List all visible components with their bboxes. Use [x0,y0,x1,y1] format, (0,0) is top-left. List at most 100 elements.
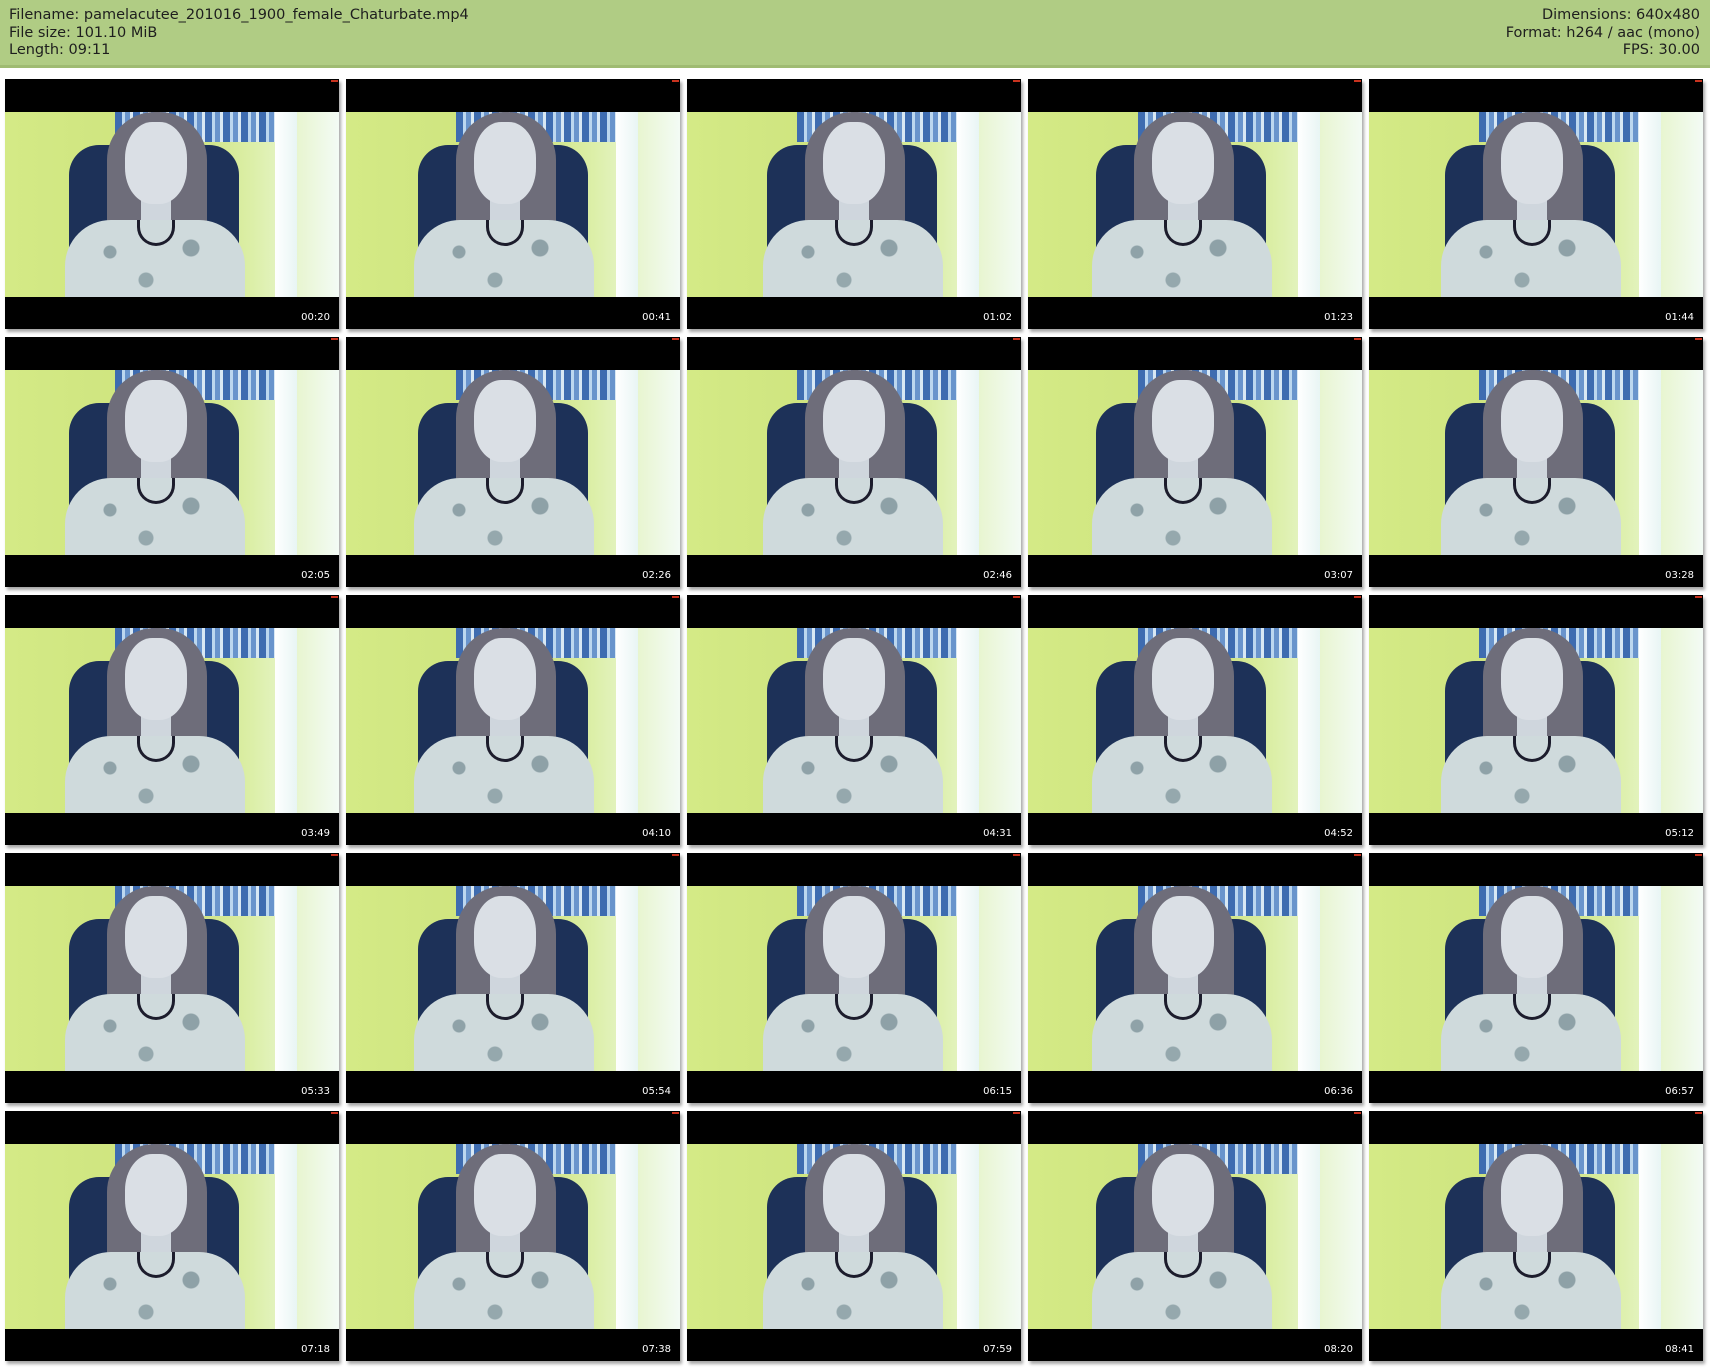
video-thumbnail[interactable]: 04:31 [687,595,1021,845]
video-thumbnail[interactable]: 08:20 [1028,1111,1362,1361]
video-thumbnail[interactable]: 02:46 [687,337,1021,587]
person-face [474,1154,536,1236]
letterbox-bottom: 07:18 [5,1329,339,1361]
letterbox-top [346,595,680,628]
video-thumbnail[interactable]: 07:18 [5,1111,339,1361]
letterbox-top [5,79,339,112]
frame-image [1028,112,1362,297]
video-thumbnail[interactable]: 04:52 [1028,595,1362,845]
person-face [125,1154,187,1236]
video-thumbnail[interactable]: 05:33 [5,853,339,1103]
video-thumbnail[interactable]: 02:05 [5,337,339,587]
format-text: Format: h264 / aac (mono) [1505,24,1700,41]
video-thumbnail[interactable]: 03:49 [5,595,339,845]
letterbox-top [346,79,680,112]
info-header: Filename: pamelacutee_201016_1900_female… [0,0,1710,68]
letterbox-top [1369,79,1703,112]
recording-mark [1354,1112,1361,1114]
recording-mark [1013,854,1020,856]
video-thumbnail[interactable]: 07:59 [687,1111,1021,1361]
wall-column [616,886,638,1071]
video-thumbnail[interactable]: 07:38 [346,1111,680,1361]
frame-image [1369,886,1703,1071]
video-thumbnail[interactable]: 01:23 [1028,79,1362,329]
letterbox-top [1369,595,1703,628]
video-thumbnail[interactable]: 02:26 [346,337,680,587]
letterbox-top [687,853,1021,886]
frame-image [346,886,680,1071]
letterbox-bottom: 05:12 [1369,813,1703,845]
frame-image [687,370,1021,555]
timestamp-label: 04:52 [1324,828,1353,839]
person-face [1501,638,1563,720]
recording-mark [1354,854,1361,856]
wall-column [1639,886,1661,1071]
letterbox-top [346,1111,680,1144]
video-thumbnail[interactable]: 03:28 [1369,337,1703,587]
letterbox-top [687,595,1021,628]
timestamp-label: 00:41 [642,312,671,323]
timestamp-label: 06:36 [1324,1086,1353,1097]
video-thumbnail[interactable]: 06:36 [1028,853,1362,1103]
frame-image [1369,1144,1703,1329]
letterbox-bottom: 05:54 [346,1071,680,1103]
letterbox-bottom: 06:36 [1028,1071,1362,1103]
video-thumbnail[interactable]: 01:44 [1369,79,1703,329]
person-face [474,896,536,978]
frame-image [1028,886,1362,1071]
person-face [823,896,885,978]
video-thumbnail[interactable]: 05:54 [346,853,680,1103]
letterbox-bottom: 07:59 [687,1329,1021,1361]
person-face [1152,380,1214,462]
video-info: Dimensions: 640x480 Format: h264 / aac (… [1506,7,1700,60]
letterbox-bottom: 00:41 [346,297,680,329]
frame-image [5,112,339,297]
wall-column [616,112,638,297]
video-thumbnail[interactable]: 03:07 [1028,337,1362,587]
recording-mark [331,854,338,856]
person-face [125,380,187,462]
timestamp-label: 05:12 [1665,828,1694,839]
person-face [823,638,885,720]
video-thumbnail[interactable]: 05:12 [1369,595,1703,845]
video-thumbnail[interactable]: 01:02 [687,79,1021,329]
frame-image [1369,628,1703,813]
frame-image [5,886,339,1071]
timestamp-label: 01:02 [983,312,1012,323]
frame-image [687,628,1021,813]
video-thumbnail[interactable]: 04:10 [346,595,680,845]
letterbox-bottom: 08:41 [1369,1329,1703,1361]
letterbox-bottom: 04:10 [346,813,680,845]
timestamp-label: 04:10 [642,828,671,839]
letterbox-top [1028,595,1362,628]
person-face [1152,1154,1214,1236]
timestamp-label: 05:54 [642,1086,671,1097]
timestamp-label: 03:28 [1665,570,1694,581]
recording-mark [672,596,679,598]
letterbox-top [1369,1111,1703,1144]
letterbox-top [5,337,339,370]
frame-image [346,112,680,297]
letterbox-top [1028,337,1362,370]
recording-mark [1695,80,1702,82]
timestamp-label: 02:05 [301,570,330,581]
letterbox-bottom: 02:05 [5,555,339,587]
letterbox-bottom: 08:20 [1028,1329,1362,1361]
timestamp-label: 03:07 [1324,570,1353,581]
filesize-text: File size: 101.10 MiB [9,24,158,41]
letterbox-top [1028,79,1362,112]
letterbox-bottom: 01:44 [1369,297,1703,329]
video-thumbnail[interactable]: 00:41 [346,79,680,329]
wall-column [1298,1144,1320,1329]
video-thumbnail[interactable]: 06:57 [1369,853,1703,1103]
video-thumbnail[interactable]: 06:15 [687,853,1021,1103]
recording-mark [331,338,338,340]
timestamp-label: 02:26 [642,570,671,581]
letterbox-top [687,79,1021,112]
letterbox-top [5,853,339,886]
person-face [823,1154,885,1236]
video-thumbnail[interactable]: 08:41 [1369,1111,1703,1361]
person-face [1152,638,1214,720]
letterbox-top [1369,853,1703,886]
video-thumbnail[interactable]: 00:20 [5,79,339,329]
